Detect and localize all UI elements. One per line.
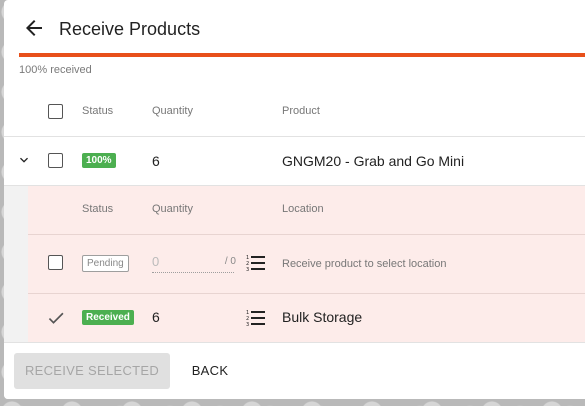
location-subtable: Status Quantity Location Pending 0 / 0 1… bbox=[28, 186, 585, 342]
svg-text:3: 3 bbox=[246, 322, 249, 327]
table-header: Status Quantity Product bbox=[4, 88, 585, 137]
row-quantity: 6 bbox=[152, 153, 160, 169]
list-numbered-icon[interactable]: 1 2 3 bbox=[246, 309, 266, 327]
column-header-product: Product bbox=[282, 105, 320, 117]
sub-column-header-quantity: Quantity bbox=[152, 203, 193, 215]
list-numbered-icon[interactable]: 1 2 3 bbox=[246, 254, 266, 272]
status-badge-received: Received bbox=[82, 310, 134, 325]
quantity-max: / 0 bbox=[224, 256, 236, 267]
receive-selected-button[interactable]: RECEIVE SELECTED bbox=[14, 353, 170, 389]
quantity-input-value: 0 bbox=[152, 254, 160, 269]
arrow-left-icon[interactable] bbox=[22, 16, 46, 40]
received-location: Bulk Storage bbox=[282, 309, 363, 325]
pending-row-checkbox[interactable] bbox=[48, 255, 63, 270]
location-hint: Receive product to select location bbox=[282, 258, 447, 270]
progress-fill bbox=[19, 53, 585, 57]
received-quantity: 6 bbox=[152, 309, 160, 325]
progress-label: 100% received bbox=[19, 64, 92, 76]
row-checkbox[interactable] bbox=[48, 153, 63, 168]
column-header-quantity: Quantity bbox=[152, 105, 193, 117]
select-all-checkbox[interactable] bbox=[48, 104, 63, 119]
status-badge: 100% bbox=[82, 153, 116, 168]
check-icon bbox=[48, 312, 64, 324]
chevron-down-icon[interactable] bbox=[16, 152, 32, 168]
quantity-input[interactable]: 0 / 0 bbox=[152, 252, 236, 273]
page-title: Receive Products bbox=[59, 19, 201, 39]
status-badge-pending: Pending bbox=[82, 255, 129, 272]
row-product: GNGM20 - Grab and Go Mini bbox=[282, 153, 465, 169]
dialog-footer: RECEIVE SELECTED BACK bbox=[4, 342, 585, 399]
pending-row[interactable]: Pending 0 / 0 1 2 3 Receive product to s… bbox=[28, 235, 585, 294]
back-button[interactable]: BACK bbox=[176, 353, 244, 389]
sub-column-header-location: Location bbox=[282, 203, 324, 215]
column-header-status: Status bbox=[82, 105, 114, 117]
expanded-detail: Status Quantity Location Pending 0 / 0 1… bbox=[4, 186, 585, 342]
sub-column-header-status: Status bbox=[82, 203, 114, 215]
svg-text:3: 3 bbox=[246, 267, 249, 272]
receive-products-dialog: Receive Products 100% received Status Qu… bbox=[4, 0, 585, 399]
subtable-header: Status Quantity Location bbox=[28, 186, 585, 235]
progress-bar bbox=[19, 53, 585, 57]
table-row[interactable]: 100% 6 GNGM20 - Grab and Go Mini bbox=[4, 137, 585, 186]
received-row: Received 6 1 2 3 Bulk Storage bbox=[28, 294, 585, 342]
